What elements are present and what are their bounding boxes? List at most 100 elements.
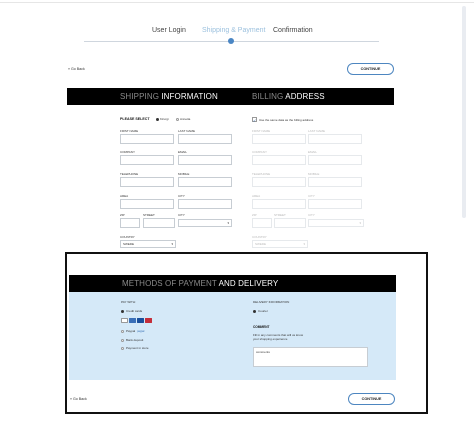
payment-title-thin: METHODS OF PAYMENT [122,279,217,288]
last-name-field[interactable] [178,134,232,144]
zip-label: ZIP [120,213,125,217]
city2-label: CITY [178,213,185,217]
radio-icon[interactable] [121,329,124,333]
progress-current-dot [228,38,234,44]
country-label: COUNTRY [120,235,135,239]
email-field[interactable] [178,155,232,165]
shipping-billing-header [67,88,394,105]
top-border-line [0,2,474,3]
billing-area-label: AREA [252,194,261,198]
select-option-2[interactable]: Annetta [176,117,190,121]
billing-zip-field[interactable] [252,218,272,228]
option-payment-in-store[interactable]: Payment in store [121,346,149,350]
select-option-1-label: Kirurgi [160,117,169,121]
radio-icon[interactable] [121,338,124,342]
comment-textarea[interactable]: comments [253,347,368,367]
billing-street-label: STREET [274,213,286,217]
billing-last-name-label: LAST NAME [308,129,325,133]
billing-mobile-label: MOBILE [308,172,320,176]
billing-city-field[interactable] [308,199,362,209]
zip-field[interactable] [120,218,140,228]
company-field[interactable] [120,155,174,165]
radio-icon[interactable] [156,117,159,121]
radio-icon[interactable] [121,309,124,313]
billing-city-select[interactable]: ▾ [308,219,364,227]
street-field[interactable] [143,218,175,228]
billing-area-field[interactable] [252,199,306,209]
billing-company-label: COMPANY [252,150,267,154]
city-select[interactable]: ▾ [178,219,232,227]
billing-address-title: BILLING ADDRESS [252,92,325,101]
vertical-scrollbar[interactable] [462,6,466,218]
area-label: AREA [120,194,129,198]
paypal-label: Paypal [126,329,136,333]
billing-country-select-value: SWEDE [255,242,267,246]
comment-label: COMMENT [253,325,270,329]
first-name-label: FIRST NAME [120,129,139,133]
amex-card-icon [129,318,136,323]
city-field[interactable] [178,199,232,209]
option-paypal[interactable]: Paypal paypal [121,329,144,333]
mobile-field[interactable] [178,177,232,187]
billing-telephone-field[interactable] [252,177,306,187]
radio-icon[interactable] [176,117,179,121]
billing-zip-label: ZIP [252,213,257,217]
card-logos [121,318,152,323]
telephone-field[interactable] [120,177,174,187]
step-user-login[interactable]: User Login [152,27,186,34]
pay-with-label: PAY WITH: [121,300,136,304]
comment-textarea-value: comments [256,350,270,354]
checkbox-checked-icon[interactable]: ✓ [252,117,257,123]
courier-label: Courier [258,309,268,313]
option-courier[interactable]: Courier [253,309,268,313]
billing-mobile-field[interactable] [308,177,362,187]
billing-city-label: CITY [308,194,315,198]
mastercard-icon [145,318,152,323]
comment-help-line-2: your shopping experience [253,337,288,341]
billing-email-label: EMAIL [308,150,318,154]
select-option-1[interactable]: Kirurgi [156,117,169,121]
chevron-down-icon: ▾ [359,221,361,225]
billing-telephone-label: TELEPHONE [252,172,271,176]
chevron-down-icon: ▾ [171,242,173,246]
billing-title-thin: BILLING [252,92,284,101]
billing-last-name-field[interactable] [308,134,362,144]
mobile-label: MOBILE [178,172,190,176]
area-field[interactable] [120,199,174,209]
street-label: STREET [143,213,155,217]
credit-cards-label: Credit cards [126,309,143,313]
billing-company-field[interactable] [252,155,306,165]
shipping-information-title: SHIPPING INFORMATION [120,92,218,101]
go-back-link-top[interactable]: « Go Back [68,67,85,71]
continue-button-bottom[interactable]: CONTINUE [348,393,395,405]
delivery-information-label: DELIVERY INFORMATION [253,300,290,304]
radio-icon[interactable] [121,346,124,350]
billing-first-name-label: FIRST NAME [252,129,271,133]
billing-first-name-field[interactable] [252,134,306,144]
billing-email-field[interactable] [308,155,362,165]
shipping-title-bold: INFORMATION [161,92,218,101]
step-shipping-payment[interactable]: Shipping & Payment [202,27,265,34]
billing-country-select[interactable]: SWEDE ▾ [252,240,308,248]
chevron-down-icon: ▾ [303,242,305,246]
last-name-label: LAST NAME [178,129,195,133]
chevron-down-icon: ▾ [227,221,229,225]
same-as-billing-option[interactable]: ✓ Use the same data as the billing addre… [252,117,313,123]
email-label: EMAIL [178,150,188,154]
go-back-link-bottom[interactable]: « Go Back [70,397,87,401]
country-select[interactable]: SWEDE ▾ [120,240,176,248]
visa-card-icon [121,318,128,323]
radio-icon[interactable] [253,309,256,313]
payment-title-bold: AND DELIVERY [218,279,279,288]
telephone-label: TELEPHONE [120,172,139,176]
step-confirmation[interactable]: Confirmation [273,27,313,34]
continue-button-top[interactable]: CONTINUE [347,63,394,75]
company-label: COMPANY [120,150,135,154]
payment-in-store-label: Payment in store [126,346,149,350]
billing-street-field[interactable] [274,218,306,228]
option-bank-deposit[interactable]: Bank deposit [121,338,143,342]
payment-title: METHODS OF PAYMENT AND DELIVERY [122,279,278,288]
first-name-field[interactable] [120,134,174,144]
billing-country-label: COUNTRY [252,235,267,239]
option-credit-cards[interactable]: Credit cards [121,309,142,313]
